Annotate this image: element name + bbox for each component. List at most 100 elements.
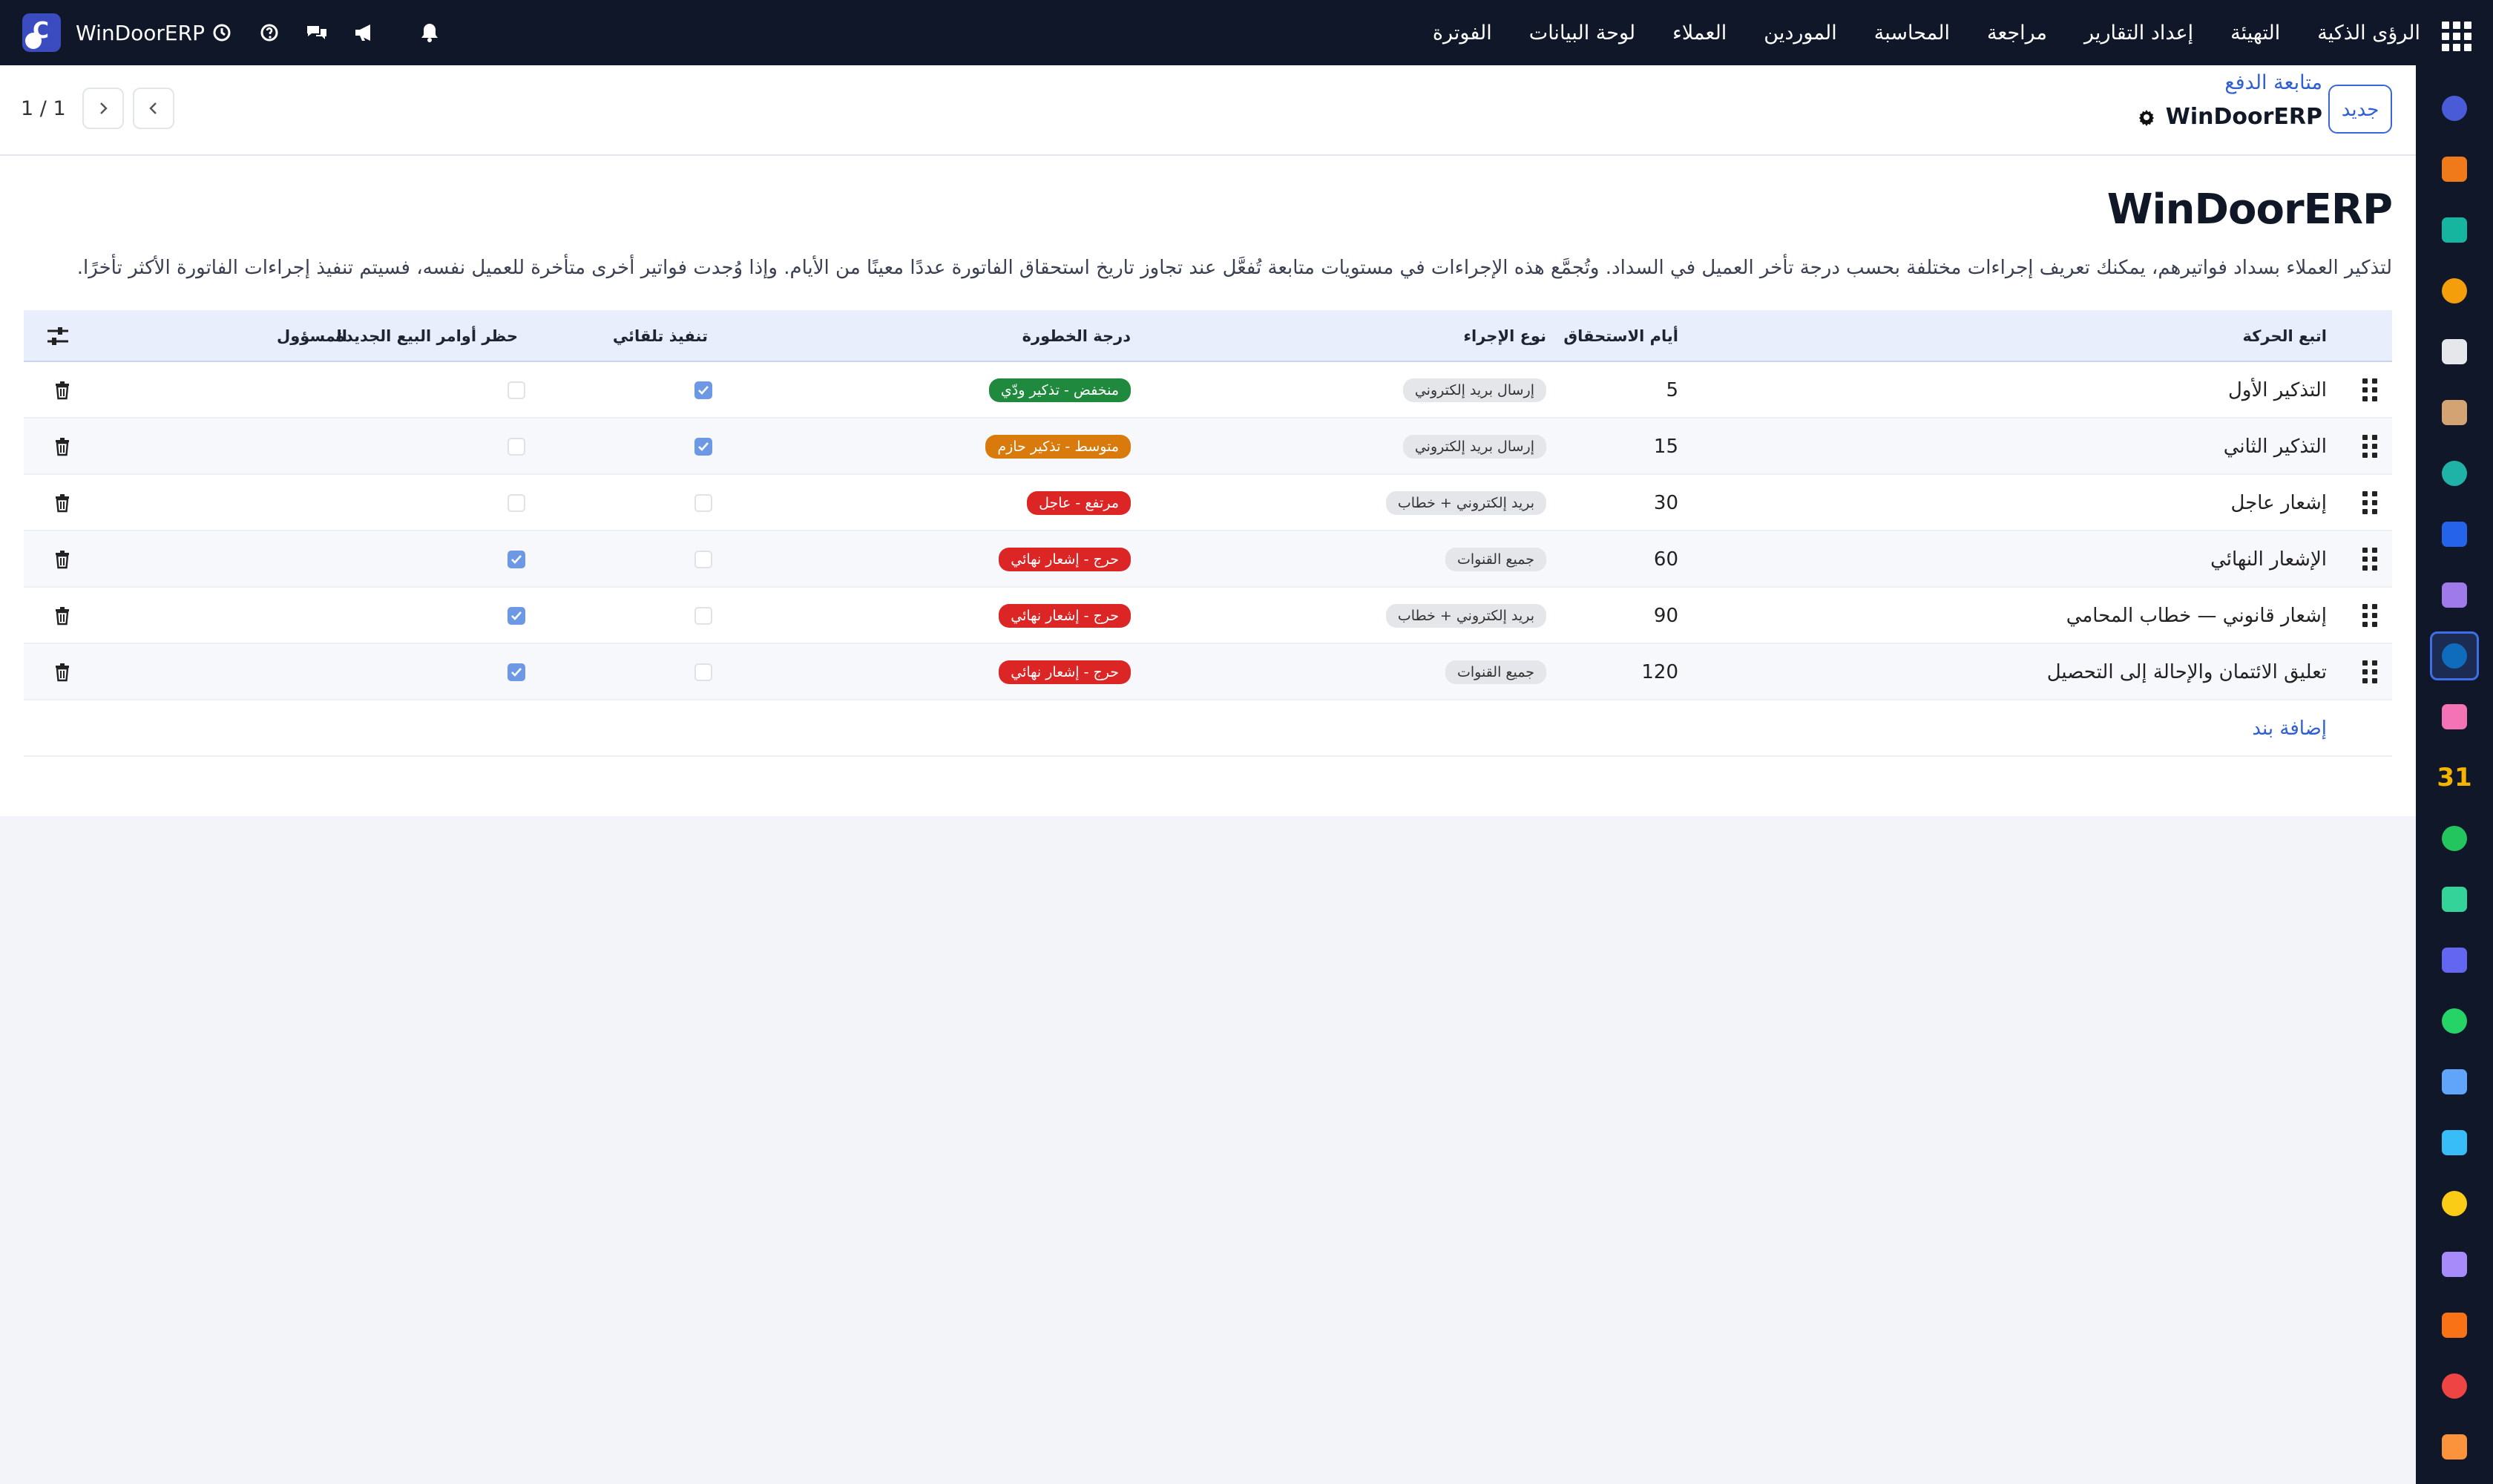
team-app-icon[interactable] xyxy=(2437,699,2472,735)
trash-icon[interactable] xyxy=(53,493,71,513)
megaphone-icon[interactable] xyxy=(352,20,377,45)
auto-execute-checkbox[interactable] xyxy=(694,607,712,625)
trash-icon[interactable] xyxy=(53,381,71,400)
menu-item-billing[interactable]: الفوترة xyxy=(1433,22,1492,45)
pager-next-button[interactable] xyxy=(82,88,124,129)
brand[interactable]: C WinDoorERP xyxy=(22,13,205,52)
cell-severity[interactable]: منخفض - تذكير ودّي xyxy=(988,362,1131,418)
cell-type[interactable]: بريد إلكتروني + خطاب xyxy=(1385,588,1546,644)
table-row[interactable]: الإشعار النهائي 60 جميع القنوات حرج - إش… xyxy=(24,531,2392,588)
col-header-owner[interactable]: المسؤول xyxy=(277,310,347,362)
col-header-days[interactable]: أيام الاستحقاق xyxy=(1563,310,1678,362)
clock-app-icon[interactable] xyxy=(2437,1064,2472,1100)
package-app-icon[interactable] xyxy=(2437,577,2472,613)
chat-app-icon[interactable] xyxy=(2437,151,2472,187)
cell-type[interactable]: جميع القنوات xyxy=(1445,531,1546,588)
gear-icon[interactable] xyxy=(2138,108,2155,126)
table-row[interactable]: التذكير الأول 5 إرسال بريد إلكتروني منخف… xyxy=(24,362,2392,418)
table-row[interactable]: التذكير الثاني 15 إرسال بريد إلكتروني مت… xyxy=(24,418,2392,475)
cell-days[interactable]: 90 xyxy=(1654,588,1678,644)
menu-item-review[interactable]: مراجعة xyxy=(1987,22,2047,45)
trash-icon[interactable] xyxy=(53,663,71,682)
pie-app-icon[interactable] xyxy=(2437,1368,2472,1404)
box-app-icon[interactable] xyxy=(2437,1307,2472,1343)
todo-app-icon[interactable] xyxy=(2437,456,2472,491)
cell-severity[interactable]: مرتفع - عاجل xyxy=(1027,475,1131,531)
trash-icon[interactable] xyxy=(53,550,71,569)
whatsapp-app-icon[interactable] xyxy=(2437,1003,2472,1039)
cell-severity[interactable]: حرج - إشعار نهائي xyxy=(999,644,1131,700)
cell-days[interactable]: 30 xyxy=(1654,475,1678,531)
cell-days[interactable]: 120 xyxy=(1641,644,1678,700)
cell-type[interactable]: إرسال بريد إلكتروني xyxy=(1402,362,1546,418)
cell-days[interactable]: 60 xyxy=(1654,531,1678,588)
cell-days[interactable]: 5 xyxy=(1666,362,1678,418)
cell-action[interactable]: تعليق الائتمان والإحالة إلى التحصيل xyxy=(2047,644,2327,700)
cell-action[interactable]: إشعار عاجل xyxy=(2231,475,2328,531)
cell-action[interactable]: التذكير الثاني xyxy=(2224,418,2327,475)
block-sales-checkbox[interactable] xyxy=(508,381,525,399)
cell-type[interactable]: إرسال بريد إلكتروني xyxy=(1402,418,1546,475)
auto-execute-checkbox[interactable] xyxy=(694,494,712,512)
dashboard-app-icon[interactable] xyxy=(2437,942,2472,978)
col-header-action[interactable]: اتبع الحركة xyxy=(2242,310,2327,362)
new-button[interactable]: جديد xyxy=(2328,85,2392,134)
cell-severity[interactable]: حرج - إشعار نهائي xyxy=(999,531,1131,588)
drag-handle-icon[interactable] xyxy=(2362,604,2377,628)
breadcrumb[interactable]: متابعة الدفع xyxy=(2224,71,2322,94)
auto-execute-checkbox[interactable] xyxy=(694,438,712,456)
bell-icon[interactable] xyxy=(417,20,442,45)
pen-app-icon[interactable] xyxy=(2437,821,2472,856)
block-sales-checkbox[interactable] xyxy=(508,663,525,681)
col-header-auto[interactable]: تنفيذ تلقائي xyxy=(613,310,708,362)
sign-app-icon[interactable] xyxy=(2437,212,2472,248)
col-header-type[interactable]: نوع الإجراء xyxy=(1463,310,1546,362)
block-sales-checkbox[interactable] xyxy=(508,438,525,456)
auto-execute-checkbox[interactable] xyxy=(694,663,712,681)
trash-icon[interactable] xyxy=(53,437,71,456)
menu-item-dashboard[interactable]: لوحة البيانات xyxy=(1529,22,1635,45)
drag-handle-icon[interactable] xyxy=(2362,548,2377,571)
trash-icon[interactable] xyxy=(53,606,71,626)
auto-execute-checkbox[interactable] xyxy=(694,381,712,399)
cell-action[interactable]: إشعار قانوني — خطاب المحامي xyxy=(2066,588,2327,644)
cube-app-icon[interactable] xyxy=(2437,334,2472,370)
table-row[interactable]: إشعار قانوني — خطاب المحامي 90 بريد إلكت… xyxy=(24,588,2392,644)
pager-counter[interactable]: 1 / 1 xyxy=(21,97,66,120)
bars-app-icon[interactable] xyxy=(2437,1247,2472,1282)
wave-app-icon[interactable] xyxy=(2437,1125,2472,1160)
send-app-icon[interactable] xyxy=(2437,1186,2472,1221)
menu-item-insights[interactable]: الرؤى الذكية xyxy=(2317,22,2420,45)
mail-app-icon[interactable] xyxy=(2437,91,2472,126)
chat-icon[interactable] xyxy=(304,20,329,45)
calendar-app-icon[interactable]: 31 xyxy=(2437,760,2472,795)
menu-item-customers[interactable]: العملاء xyxy=(1672,22,1727,45)
cell-action[interactable]: التذكير الأول xyxy=(2228,362,2327,418)
sharepoint-app-icon[interactable] xyxy=(2430,631,2479,680)
menu-item-reporting[interactable]: إعداد التقارير xyxy=(2084,22,2193,45)
clock-icon[interactable] xyxy=(209,20,234,45)
apps-grid-icon[interactable] xyxy=(2438,18,2471,51)
cell-days[interactable]: 15 xyxy=(1654,418,1678,475)
help-icon[interactable] xyxy=(257,20,282,45)
cell-severity[interactable]: حرج - إشعار نهائي xyxy=(999,588,1131,644)
drag-handle-icon[interactable] xyxy=(2362,491,2377,515)
contacts-app-icon[interactable] xyxy=(2437,881,2472,917)
block-sales-checkbox[interactable] xyxy=(508,551,525,568)
menu-item-configuration[interactable]: التهيئة xyxy=(2230,22,2280,45)
col-header-block[interactable]: حظر أوامر البيع الجديدة xyxy=(336,310,518,362)
drag-handle-icon[interactable] xyxy=(2362,435,2377,459)
column-settings-icon[interactable] xyxy=(45,324,71,349)
menu-item-vendors[interactable]: الموردين xyxy=(1764,22,1836,45)
add-line-link[interactable]: إضافة بند xyxy=(2252,700,2327,757)
pager-previous-button[interactable] xyxy=(132,88,174,129)
block-sales-checkbox[interactable] xyxy=(508,494,525,512)
auto-execute-checkbox[interactable] xyxy=(694,551,712,568)
table-row[interactable]: إشعار عاجل 30 بريد إلكتروني + خطاب مرتفع… xyxy=(24,475,2392,531)
charts-app-icon[interactable] xyxy=(2437,273,2472,309)
block-sales-checkbox[interactable] xyxy=(508,607,525,625)
cell-action[interactable]: الإشعار النهائي xyxy=(2210,531,2327,588)
table-row[interactable]: تعليق الائتمان والإحالة إلى التحصيل 120 … xyxy=(24,644,2392,700)
drag-handle-icon[interactable] xyxy=(2362,378,2377,402)
cell-severity[interactable]: متوسط - تذكير حازم xyxy=(985,418,1131,475)
